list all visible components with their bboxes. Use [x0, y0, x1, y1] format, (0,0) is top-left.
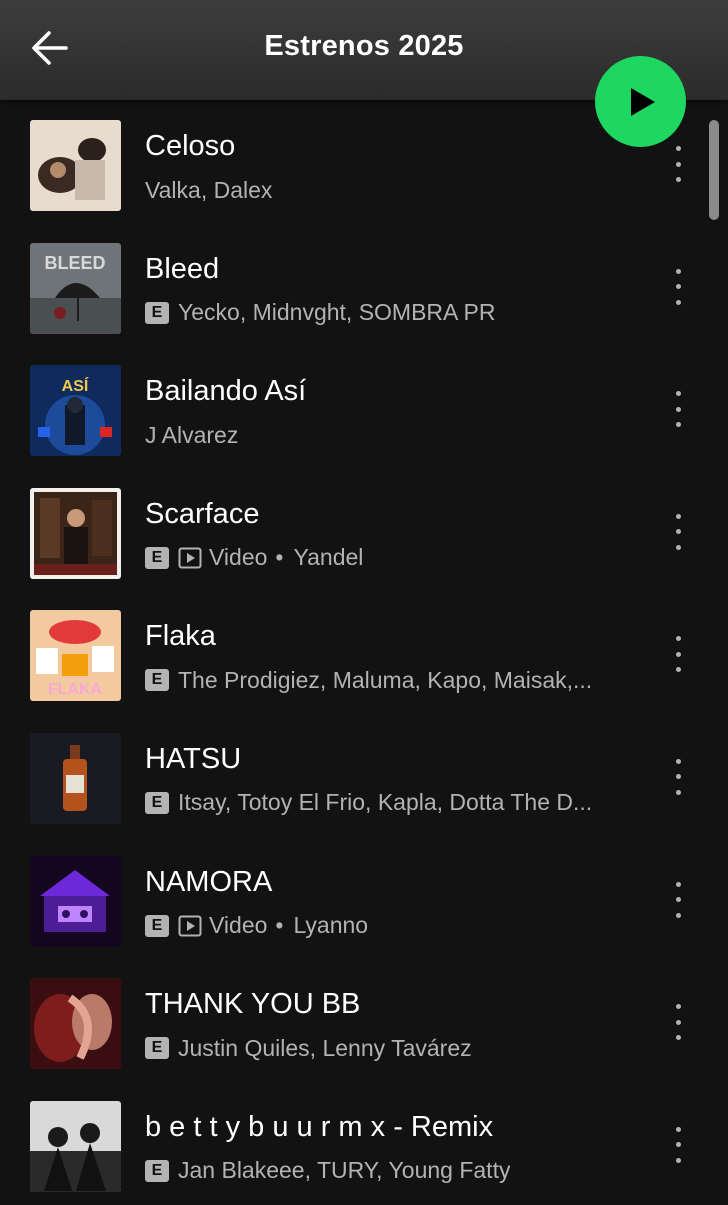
track-artists: Lyanno — [293, 912, 369, 939]
track-meta: E The Prodigiez, Maluma, Kapo, Maisak,..… — [145, 667, 615, 693]
track-meta: E Itsay, Totoy El Frio, Kapla, Dotta The… — [145, 790, 615, 816]
more-vertical-icon — [675, 391, 681, 397]
play-icon — [630, 87, 655, 116]
track-meta: E Video • Yandel — [145, 545, 615, 571]
explicit-badge: E — [145, 914, 169, 937]
album-cover: FLAKA — [30, 610, 121, 702]
explicit-badge: E — [145, 1159, 169, 1182]
scrollbar[interactable] — [709, 120, 719, 220]
more-vertical-icon — [675, 636, 681, 642]
track-meta: J Alvarez — [145, 422, 615, 448]
more-vertical-icon — [675, 1126, 681, 1132]
album-cover: ASÍ — [30, 365, 121, 457]
more-vertical-icon — [675, 1004, 681, 1010]
track-title: Bailando Así — [145, 375, 307, 408]
video-play-icon — [178, 915, 202, 937]
track-meta: E Jan Blakeee, TURY, Young Fatty — [145, 1158, 615, 1184]
track-meta: Valka, Dalex — [145, 177, 615, 203]
more-options-button[interactable] — [662, 1123, 694, 1167]
track-artists: Jan Blakeee, TURY, Young Fatty — [178, 1157, 511, 1184]
track-title: Flaka — [145, 620, 216, 653]
explicit-badge: E — [145, 1037, 169, 1060]
track-row[interactable]: ASÍ Bailando Así J Alvarez — [0, 347, 728, 470]
more-vertical-icon — [675, 513, 681, 519]
track-artists: Valka, Dalex — [145, 177, 273, 203]
more-options-button[interactable] — [662, 142, 694, 186]
track-meta: E Yecko, Midnvght, SOMBRA PR — [145, 300, 615, 326]
track-artists: Yandel — [293, 544, 364, 571]
more-options-button[interactable] — [662, 510, 694, 554]
track-title: Bleed — [145, 252, 220, 285]
track-meta: E Justin Quiles, Lenny Tavárez — [145, 1035, 615, 1061]
svg-text:FLAKA: FLAKA — [48, 681, 103, 698]
more-options-button[interactable] — [662, 632, 694, 676]
play-button[interactable] — [595, 56, 686, 147]
track-artists: Yecko, Midnvght, SOMBRA PR — [178, 299, 496, 326]
explicit-badge: E — [145, 669, 169, 692]
more-vertical-icon — [675, 146, 681, 151]
explicit-badge: E — [145, 546, 169, 569]
album-cover — [30, 487, 121, 579]
video-label: Video — [209, 544, 268, 571]
album-cover — [30, 855, 121, 947]
track-row[interactable]: THANK YOU BB E Justin Quiles, Lenny Tavá… — [0, 960, 728, 1083]
track-list: Celoso Valka, Dalex BLEED Bleed E Yecko,… — [0, 102, 728, 1205]
svg-text:BLEED: BLEED — [44, 253, 105, 273]
video-play-icon — [178, 547, 202, 569]
track-title: Celoso — [145, 130, 236, 162]
more-options-button[interactable] — [662, 755, 694, 799]
track-row[interactable]: NAMORA E Video • Lyanno — [0, 838, 728, 961]
track-title: THANK YOU BB — [145, 988, 361, 1021]
track-title: HATSU — [145, 742, 242, 775]
track-artists: Itsay, Totoy El Frio, Kapla, Dotta The D… — [178, 789, 593, 816]
svg-text:ASÍ: ASÍ — [62, 376, 89, 395]
track-row[interactable]: BLEED Bleed E Yecko, Midnvght, SOMBRA PR — [0, 225, 728, 348]
page-title: Estrenos 2025 — [264, 30, 464, 62]
track-row[interactable]: FLAKA Flaka E The Prodigiez, Maluma, Kap… — [0, 592, 728, 715]
track-meta: E Video • Lyanno — [145, 913, 615, 939]
more-vertical-icon — [675, 758, 681, 764]
separator-dot: • — [275, 912, 284, 939]
album-cover: BLEED — [30, 242, 121, 334]
more-vertical-icon — [675, 268, 681, 274]
album-cover — [30, 732, 121, 824]
more-vertical-icon — [675, 881, 681, 887]
track-title: Scarface — [145, 497, 260, 530]
track-title: b e t t y b u u r m x - Remix — [145, 1110, 494, 1143]
more-options-button[interactable] — [662, 878, 694, 922]
explicit-badge: E — [145, 791, 169, 814]
explicit-badge: E — [145, 301, 169, 324]
track-row[interactable]: b e t t y b u u r m x - Remix E Jan Blak… — [0, 1083, 728, 1205]
album-cover — [30, 978, 121, 1070]
track-artists: The Prodigiez, Maluma, Kapo, Maisak,... — [178, 667, 593, 693]
more-options-button[interactable] — [662, 387, 694, 431]
track-row[interactable]: HATSU E Itsay, Totoy El Frio, Kapla, Dot… — [0, 715, 728, 838]
more-options-button[interactable] — [662, 265, 694, 309]
track-artists: J Alvarez — [145, 422, 239, 448]
album-cover — [30, 1100, 121, 1192]
separator-dot: • — [275, 544, 284, 571]
more-options-button[interactable] — [662, 1000, 694, 1044]
video-label: Video — [209, 912, 268, 939]
album-cover — [30, 120, 121, 211]
track-artists: Justin Quiles, Lenny Tavárez — [178, 1035, 472, 1061]
track-row[interactable]: Scarface E Video • Yandel — [0, 470, 728, 593]
track-title: NAMORA — [145, 865, 273, 898]
